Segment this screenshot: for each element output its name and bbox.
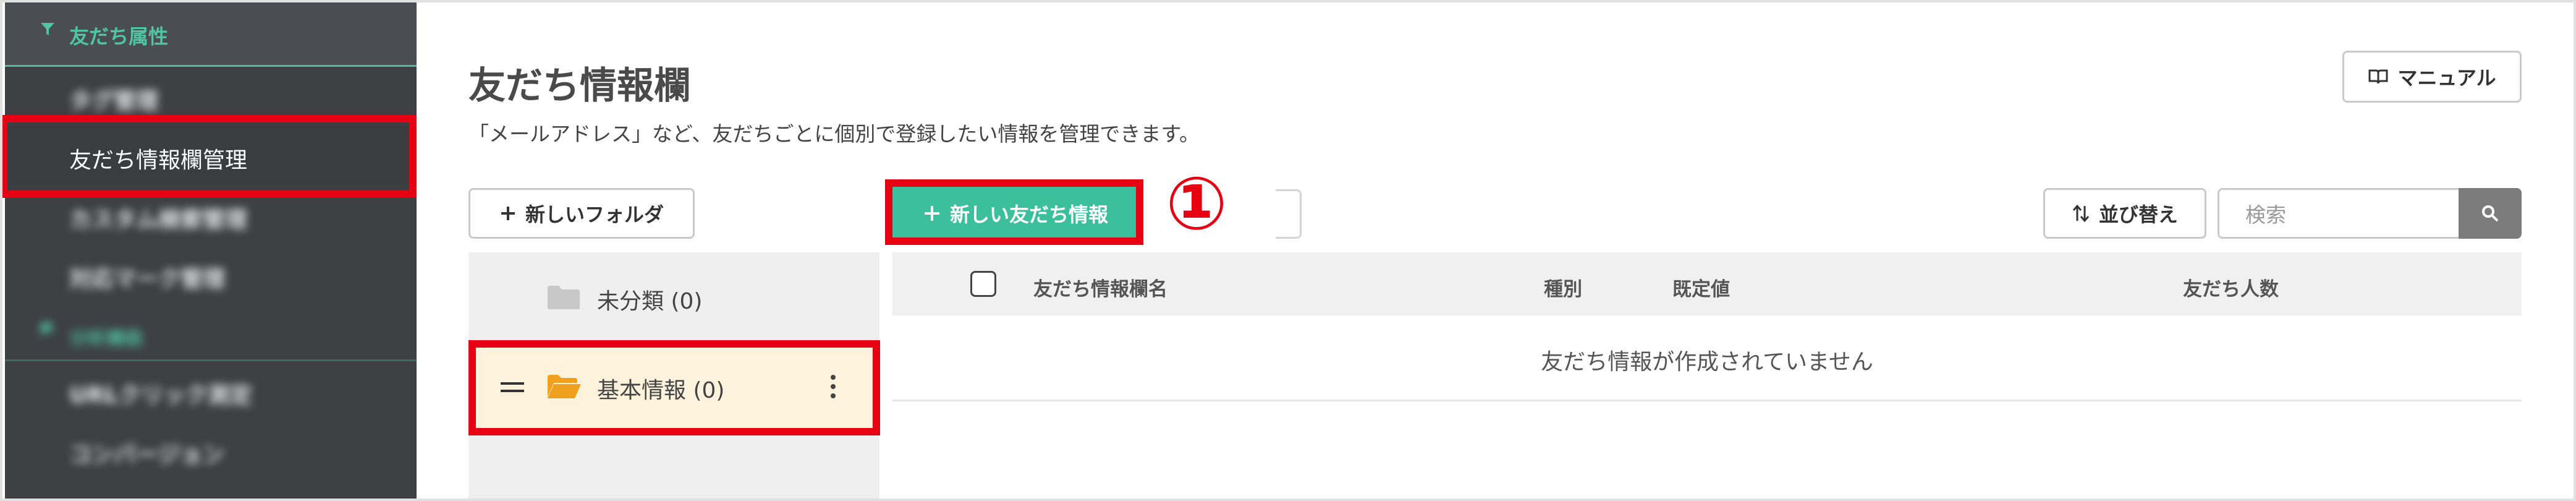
- sidebar-section-label: 友だち属性: [69, 25, 169, 48]
- column-header-type[interactable]: 種別: [1544, 273, 1582, 301]
- sidebar-item-marks[interactable]: 対応マーク管理: [5, 245, 417, 303]
- folder-panel: 未分類 (0) 基本情報 (0): [468, 252, 879, 501]
- plus-icon: [924, 206, 939, 221]
- sidebar-item-conversion[interactable]: コンバージョン: [5, 421, 417, 479]
- column-header-name[interactable]: 友だち情報欄名: [1033, 273, 1167, 301]
- new-friend-info-label: 新しい友だち情報: [949, 203, 1108, 226]
- new-folder-button[interactable]: 新しいフォルダ: [468, 188, 695, 239]
- folder-item-uncategorized[interactable]: 未分類 (0): [468, 252, 879, 341]
- folder-open-icon: [548, 375, 581, 398]
- search-placeholder: 検索: [2245, 203, 2286, 227]
- new-friend-info-button[interactable]: 新しい友だち情報: [892, 184, 1138, 243]
- sort-icon: [2072, 204, 2090, 223]
- new-folder-label: 新しいフォルダ: [525, 203, 664, 226]
- search-input[interactable]: 検索: [2218, 188, 2460, 239]
- column-header-default[interactable]: 既定値: [1672, 273, 1730, 301]
- sidebar-item-label: タグ管理: [69, 88, 159, 114]
- sidebar-group-label: 分析機能: [69, 328, 143, 349]
- table-header: 友だち情報欄名 種別 既定値 友だち人数: [892, 252, 2522, 315]
- drag-handle-icon[interactable]: [499, 381, 525, 393]
- sidebar-item-tags[interactable]: タグ管理: [5, 67, 417, 125]
- step-number-annotation: ①: [1166, 161, 1227, 246]
- sort-button[interactable]: 並び替え: [2043, 188, 2206, 239]
- sidebar-item-friend-info[interactable]: 友だち情報欄管理: [5, 126, 417, 184]
- sidebar-item-label: URLクリック測定: [69, 383, 252, 408]
- manual-button-label: マニュアル: [2397, 66, 2496, 90]
- hidden-button-edge: [1276, 189, 1302, 239]
- sidebar-item-url-click[interactable]: URLクリック測定: [5, 361, 417, 419]
- filter-icon: [41, 23, 54, 35]
- sort-label: 並び替え: [2098, 203, 2178, 226]
- table-empty-message: 友だち情報が作成されていません: [1541, 349, 1873, 375]
- search-button[interactable]: [2459, 188, 2522, 239]
- more-vertical-icon[interactable]: [829, 374, 837, 400]
- flag-icon: [40, 322, 54, 336]
- folder-icon: [548, 286, 580, 309]
- sidebar-item-label: 対応マーク管理: [69, 267, 226, 292]
- sidebar-item-custom-search[interactable]: カスタム検索管理: [5, 186, 417, 244]
- sidebar-section-header[interactable]: 友だち属性: [5, 0, 417, 67]
- book-icon: [2368, 69, 2388, 84]
- sidebar-item-label: 友だち情報欄管理: [69, 148, 248, 173]
- folder-item-basic-info[interactable]: 基本情報 (0): [468, 341, 879, 430]
- search-icon: [2482, 205, 2499, 222]
- sidebar-item-label: コンバージョン: [69, 442, 225, 468]
- folder-name: 基本情報 (0): [597, 378, 725, 403]
- page-title: 友だち情報欄: [468, 64, 691, 108]
- folder-name: 未分類 (0): [597, 289, 703, 314]
- plus-icon: [501, 207, 515, 220]
- table-divider: [892, 400, 2522, 401]
- sidebar-item-label: カスタム検索管理: [69, 207, 248, 233]
- sidebar: 友だち属性 タグ管理 友だち情報欄管理 カスタム検索管理 対応マーク管理 分析機…: [5, 0, 417, 501]
- app-root: 友だち属性 タグ管理 友だち情報欄管理 カスタム検索管理 対応マーク管理 分析機…: [0, 0, 2576, 501]
- page-description: 「メールアドレス」など、友だちごとに個別で登録したい情報を管理できます。: [468, 122, 1200, 146]
- manual-button[interactable]: マニュアル: [2342, 51, 2522, 103]
- sidebar-group-analysis[interactable]: 分析機能: [5, 303, 417, 361]
- select-all-checkbox[interactable]: [970, 271, 996, 297]
- column-header-friend-count[interactable]: 友だち人数: [2183, 273, 2279, 301]
